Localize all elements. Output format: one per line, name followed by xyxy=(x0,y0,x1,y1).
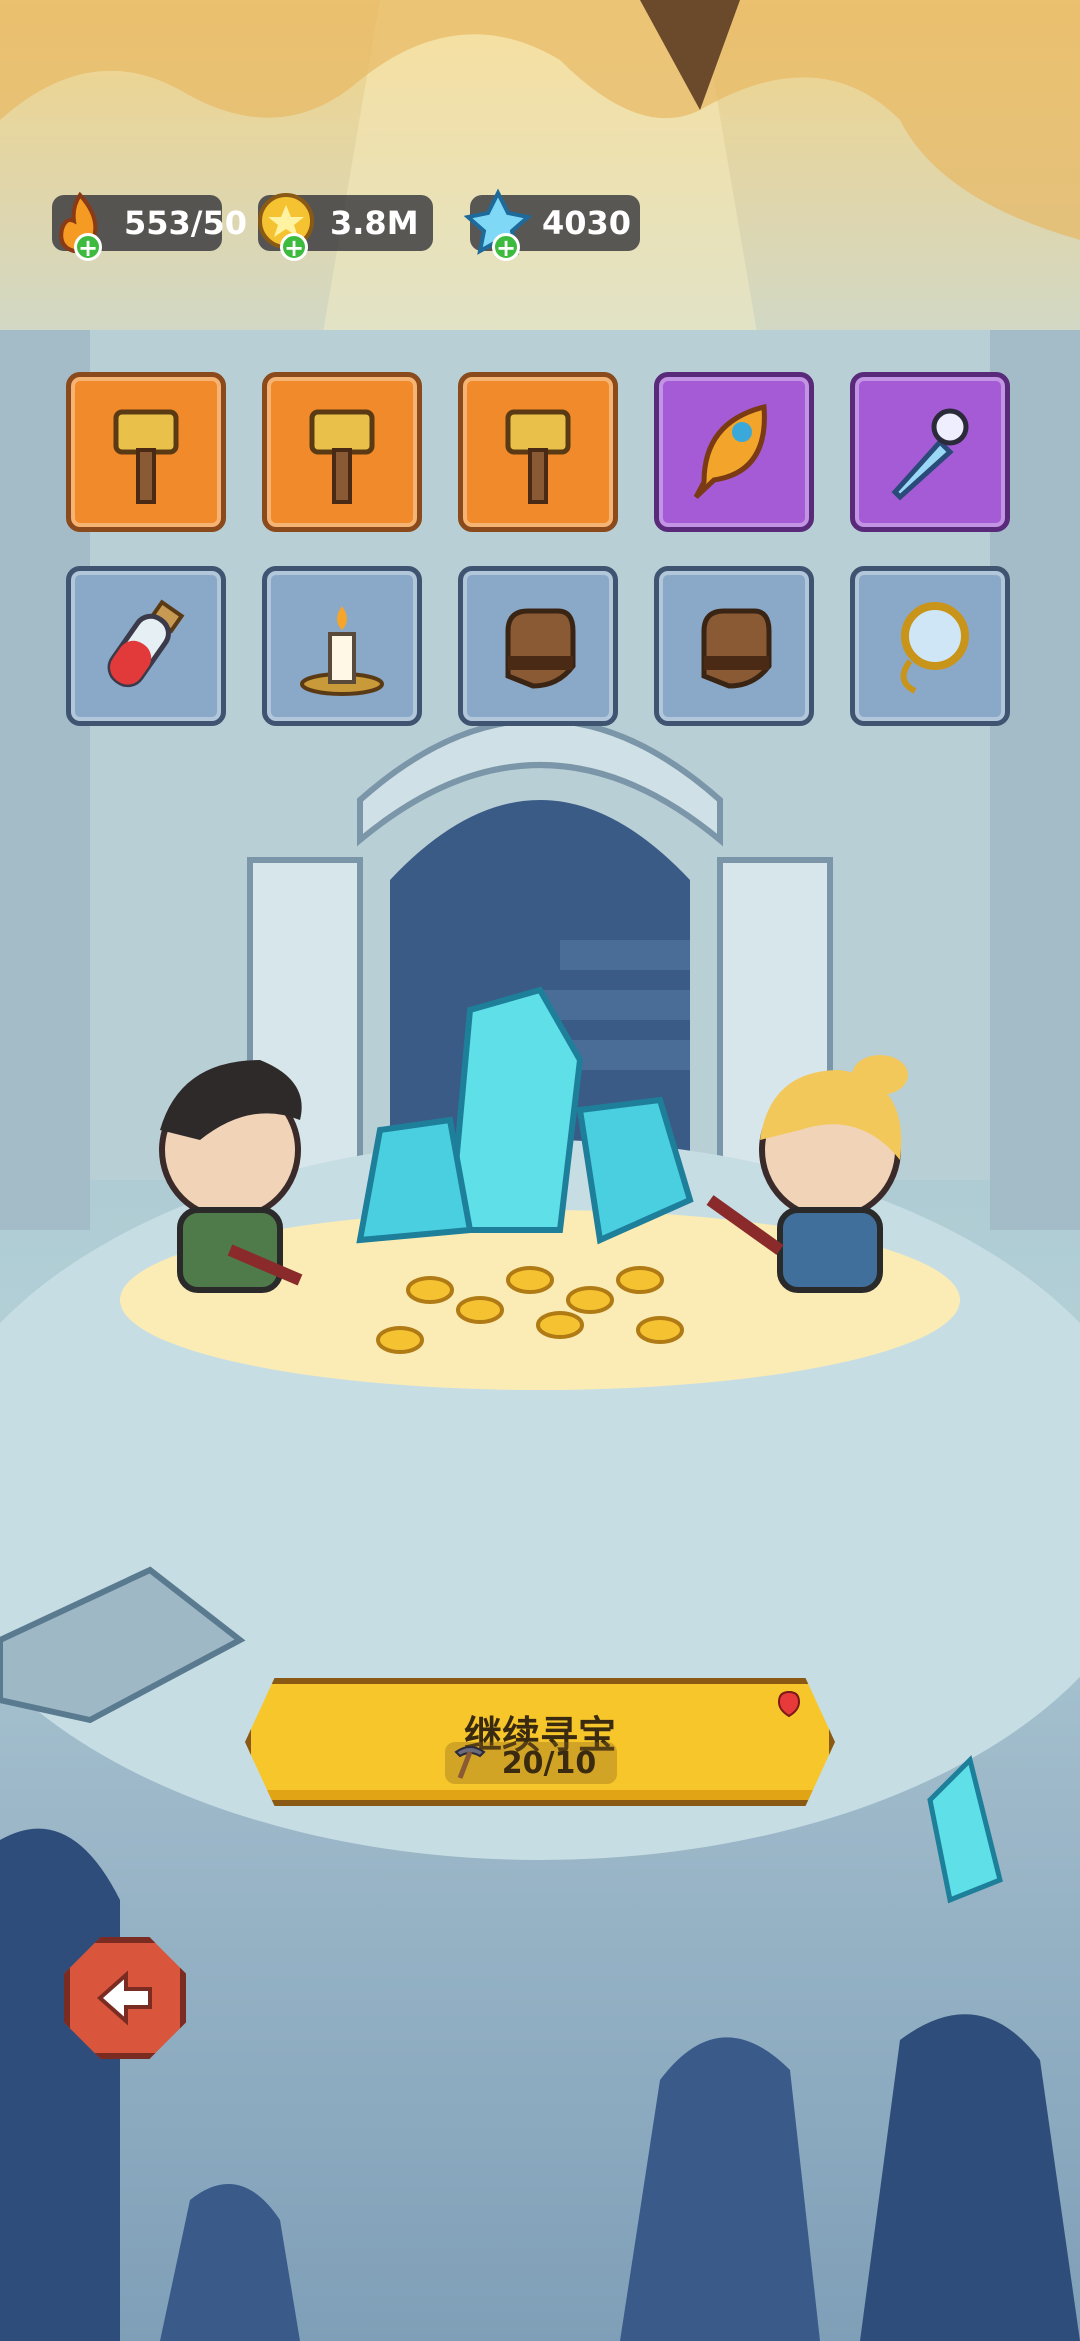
crystal-counter[interactable]: + 4030 xyxy=(463,188,640,261)
left-miner-character xyxy=(159,1060,303,1293)
item-slot-candle[interactable] xyxy=(262,566,422,726)
item-slot-hammer[interactable] xyxy=(262,372,422,532)
pickaxe-count: 20/10 xyxy=(501,1745,597,1781)
glove-icon xyxy=(505,608,576,689)
energy-value: 553/50 xyxy=(124,204,248,242)
hammer-icon xyxy=(309,409,375,504)
gold-counter[interactable]: + 3.8M xyxy=(258,193,433,261)
potion-vial-icon xyxy=(107,599,185,688)
crystal-value: 4030 xyxy=(542,204,632,242)
item-slot-feather[interactable] xyxy=(654,372,814,532)
ice-dagger-icon xyxy=(891,408,969,501)
hammer-icon xyxy=(505,409,571,504)
item-slot-hammer[interactable] xyxy=(66,372,226,532)
plus-icon[interactable]: + xyxy=(280,233,308,261)
energy-counter[interactable]: + 553/50 xyxy=(52,191,247,261)
back-button[interactable] xyxy=(64,1937,186,2059)
hammer-icon xyxy=(113,409,179,504)
item-slot-potion[interactable] xyxy=(66,566,226,726)
item-slot-glove[interactable] xyxy=(458,566,618,726)
red-notification-dot xyxy=(777,1690,801,1718)
item-slot-hammer[interactable] xyxy=(458,372,618,532)
item-slot-glove[interactable] xyxy=(654,566,814,726)
pickaxe-icon xyxy=(454,1746,486,1779)
candle-icon xyxy=(300,606,384,696)
plus-icon[interactable]: + xyxy=(492,233,520,261)
plus-icon[interactable]: + xyxy=(74,233,102,261)
back-arrow-icon xyxy=(96,1970,152,2026)
item-slot-magnifier[interactable] xyxy=(850,566,1010,726)
golden-feather-icon xyxy=(693,403,767,499)
magnifier-amulet-icon xyxy=(900,602,969,694)
glove-icon xyxy=(701,608,772,689)
gold-value: 3.8M xyxy=(330,204,419,242)
item-slot-dagger[interactable] xyxy=(850,372,1010,532)
